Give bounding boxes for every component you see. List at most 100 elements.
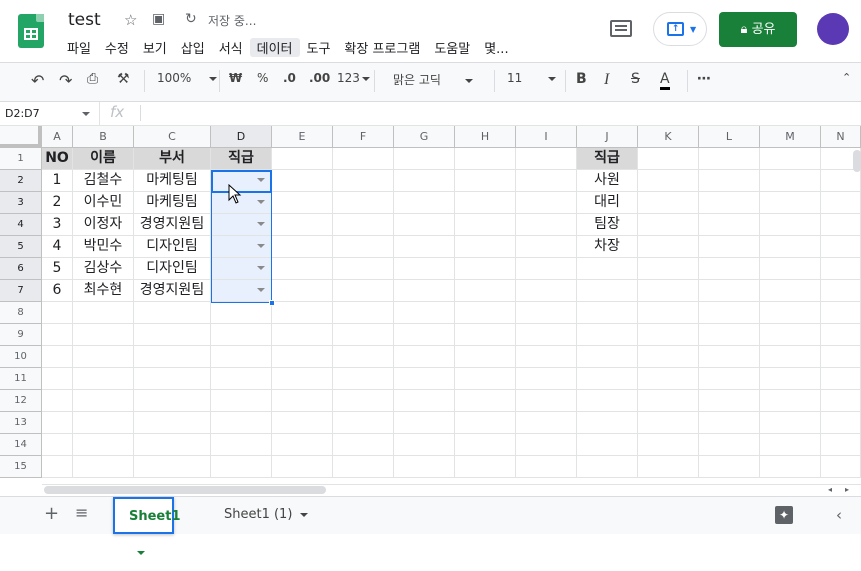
cell-h9[interactable] [455,324,516,346]
cell-a9[interactable] [42,324,73,346]
cell-k12[interactable] [638,390,699,412]
cell-a7[interactable]: 6 [42,280,73,302]
row-header-4[interactable]: 4 [0,214,42,236]
avatar[interactable] [817,13,849,45]
cell-g8[interactable] [394,302,455,324]
cell-m1[interactable] [760,148,821,170]
cell-f8[interactable] [333,302,394,324]
cell-e14[interactable] [272,434,333,456]
cell-a6[interactable]: 5 [42,258,73,280]
cell-j13[interactable] [577,412,638,434]
row-header-2[interactable]: 2 [0,170,42,192]
cell-d4[interactable] [211,214,272,236]
row-header-3[interactable]: 3 [0,192,42,214]
cell-l3[interactable] [699,192,760,214]
cell-h1[interactable] [455,148,516,170]
cell-c7[interactable]: 경영지원팀 [134,280,211,302]
zoom-select[interactable]: 100% [157,71,218,85]
add-sheet-icon[interactable]: + [44,503,59,524]
cell-g5[interactable] [394,236,455,258]
cell-b6[interactable]: 김상수 [73,258,134,280]
cell-n5[interactable] [821,236,861,258]
cell-k14[interactable] [638,434,699,456]
cell-c10[interactable] [134,346,211,368]
cell-n10[interactable] [821,346,861,368]
cell-g3[interactable] [394,192,455,214]
scroll-left-icon[interactable]: ◂ [828,485,832,494]
column-header-g[interactable]: G [394,126,455,148]
cell-c6[interactable]: 디자인팀 [134,258,211,280]
cell-l2[interactable] [699,170,760,192]
name-box[interactable]: D2:D7 [0,102,100,126]
cell-g9[interactable] [394,324,455,346]
currency-format-button[interactable]: ₩ [229,71,242,85]
sheets-logo[interactable] [18,14,44,48]
cell-m12[interactable] [760,390,821,412]
strikethrough-button[interactable]: S [631,71,640,87]
cell-l12[interactable] [699,390,760,412]
row-header-8[interactable]: 8 [0,302,42,324]
cell-k10[interactable] [638,346,699,368]
cell-k6[interactable] [638,258,699,280]
cell-n13[interactable] [821,412,861,434]
cell-n14[interactable] [821,434,861,456]
cell-k13[interactable] [638,412,699,434]
more-formats-select[interactable]: 123 [337,71,370,85]
cell-l7[interactable] [699,280,760,302]
cell-i14[interactable] [516,434,577,456]
cell-i7[interactable] [516,280,577,302]
cell-m3[interactable] [760,192,821,214]
cell-n4[interactable] [821,214,861,236]
cell-d6[interactable] [211,258,272,280]
row-header-10[interactable]: 10 [0,346,42,368]
cell-e1[interactable] [272,148,333,170]
cell-a1[interactable]: NO [42,148,73,170]
cell-f3[interactable] [333,192,394,214]
cell-h13[interactable] [455,412,516,434]
cell-i6[interactable] [516,258,577,280]
cell-l5[interactable] [699,236,760,258]
cell-e10[interactable] [272,346,333,368]
cell-a8[interactable] [42,302,73,324]
cell-n11[interactable] [821,368,861,390]
cell-g6[interactable] [394,258,455,280]
cell-f10[interactable] [333,346,394,368]
column-header-c[interactable]: C [134,126,211,148]
cell-b3[interactable]: 이수민 [73,192,134,214]
cell-i9[interactable] [516,324,577,346]
cell-b1[interactable]: 이름 [73,148,134,170]
row-header-6[interactable]: 6 [0,258,42,280]
cell-m13[interactable] [760,412,821,434]
cell-f9[interactable] [333,324,394,346]
dropdown-arrow-icon[interactable] [257,266,265,270]
cell-k2[interactable] [638,170,699,192]
menu-last-edit[interactable]: 몇... [477,38,515,57]
font-size-select[interactable]: 11 [507,71,557,85]
cell-e9[interactable] [272,324,333,346]
row-header-5[interactable]: 5 [0,236,42,258]
cell-c14[interactable] [134,434,211,456]
explore-icon[interactable]: ✦ [775,506,793,524]
cell-m7[interactable] [760,280,821,302]
cell-c2[interactable]: 마케팅팀 [134,170,211,192]
cell-k15[interactable] [638,456,699,478]
cell-i4[interactable] [516,214,577,236]
cell-f15[interactable] [333,456,394,478]
cell-c11[interactable] [134,368,211,390]
cell-b8[interactable] [73,302,134,324]
cell-h10[interactable] [455,346,516,368]
cell-n3[interactable] [821,192,861,214]
cell-k11[interactable] [638,368,699,390]
column-header-e[interactable]: E [272,126,333,148]
star-icon[interactable]: ☆ [124,11,137,29]
cell-m15[interactable] [760,456,821,478]
cell-j8[interactable] [577,302,638,324]
all-sheets-icon[interactable]: ≡ [75,503,88,522]
column-header-j[interactable]: J [577,126,638,148]
column-header-n[interactable]: N [821,126,861,148]
cell-g10[interactable] [394,346,455,368]
cell-h14[interactable] [455,434,516,456]
cell-d15[interactable] [211,456,272,478]
comment-history-icon[interactable] [610,20,632,37]
dropdown-arrow-icon[interactable] [257,178,265,182]
